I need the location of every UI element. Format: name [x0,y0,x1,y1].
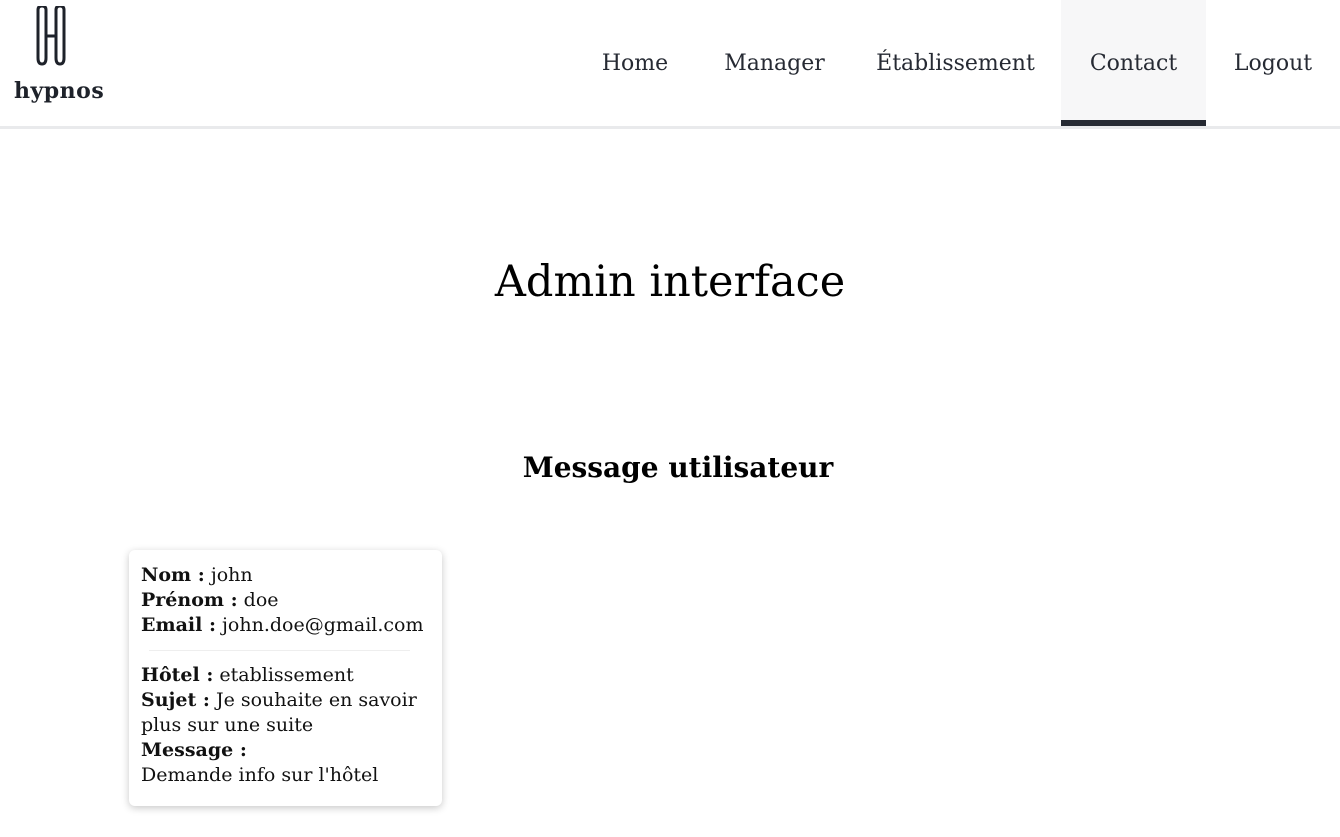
nav-contact[interactable]: Contact [1061,0,1206,126]
site-header: hypnos Home Manager Établissement Contac… [0,0,1340,129]
main-nav: Home Manager Établissement Contact Logou… [571,0,1340,126]
user-message-card: Nom : john Prénom : doe Email : john.doe… [129,550,442,806]
hotel-row: Hôtel : etablissement [141,663,430,688]
hotel-label: Hôtel : [141,664,214,686]
sujet-label: Sujet : [141,689,210,711]
card-divider [149,650,410,651]
prenom-value: doe [243,589,279,611]
nom-value: john [210,564,253,586]
section-title: Message utilisateur [522,451,834,484]
email-value: john.doe@gmail.com [222,614,424,636]
message-value: Demande info sur l'hôtel [141,764,379,786]
nav-etablissement[interactable]: Établissement [850,0,1061,126]
brand-logo[interactable]: hypnos [12,6,112,106]
sujet-row: Sujet : Je souhaite en savoir plus sur u… [141,688,430,738]
prenom-row: Prénom : doe [141,588,430,613]
nav-logout[interactable]: Logout [1206,0,1340,126]
email-row: Email : john.doe@gmail.com [141,613,430,638]
hotel-h-logo-icon [36,6,66,66]
page-title: Admin interface [494,257,846,307]
nom-label: Nom : [141,564,205,586]
email-label: Email : [141,614,216,636]
prenom-label: Prénom : [141,589,238,611]
message-label: Message : [141,739,247,761]
nav-manager[interactable]: Manager [699,0,850,126]
nav-home[interactable]: Home [571,0,699,126]
message-label-row: Message : [141,738,430,763]
hotel-value: etablissement [219,664,354,686]
brand-wordmark: hypnos [14,78,105,104]
nom-row: Nom : john [141,563,430,588]
